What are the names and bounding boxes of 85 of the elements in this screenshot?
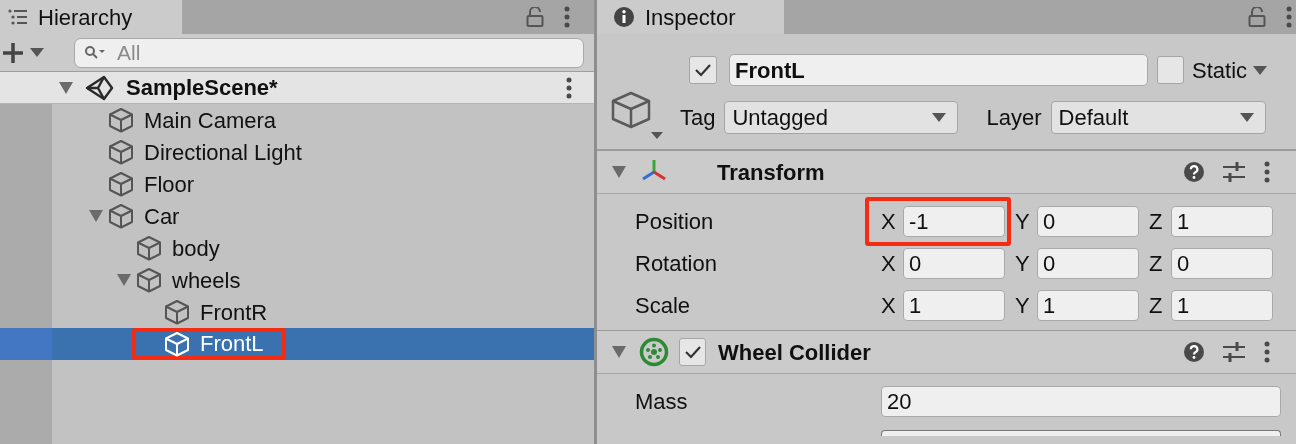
more-options-icon[interactable]: [1264, 341, 1270, 363]
more-options-icon[interactable]: [564, 6, 570, 28]
checkmark-icon: [694, 63, 712, 77]
item-label: Floor: [144, 170, 195, 199]
cube-icon: [108, 107, 134, 133]
item-label: FrontR: [200, 298, 268, 327]
number-field[interactable]: 1: [903, 289, 1005, 321]
lock-icon[interactable]: [526, 7, 544, 27]
caret-icon: [30, 48, 44, 57]
axis-label: Y: [1015, 249, 1031, 278]
settings-sliders-icon[interactable]: [1222, 161, 1246, 183]
checkbox[interactable]: [689, 56, 717, 84]
cube-icon: [108, 171, 134, 197]
tree-item[interactable]: FrontL: [0, 328, 594, 360]
expanded-arrow-icon[interactable]: [88, 209, 104, 223]
cube-icon: [136, 267, 162, 293]
item-label: Directional Light: [144, 138, 302, 167]
lock-icon[interactable]: [1248, 7, 1266, 27]
more-options-icon[interactable]: [1264, 161, 1270, 183]
help-icon[interactable]: [1183, 161, 1205, 183]
number-field[interactable]: 1: [1171, 205, 1273, 237]
info-icon: [613, 6, 635, 28]
checkbox[interactable]: [679, 338, 706, 366]
caret-icon: [1253, 65, 1268, 75]
number-field[interactable]: 1: [1037, 289, 1139, 321]
component-title: Transform: [717, 158, 825, 187]
tag-label: Tag: [680, 103, 716, 132]
settings-sliders-icon[interactable]: [1222, 341, 1246, 363]
number-field[interactable]: 0: [1171, 247, 1273, 279]
cube-icon: [108, 139, 134, 165]
number-field[interactable]: 0: [1037, 247, 1139, 279]
expanded-arrow-icon[interactable]: [609, 165, 629, 179]
item-label: Main Camera: [144, 106, 277, 135]
axis-label: X: [881, 291, 897, 320]
cube-icon: [164, 331, 190, 357]
number-field[interactable]: 0: [903, 247, 1005, 279]
number-field[interactable]: 20: [881, 385, 1281, 417]
layer-label: Layer: [986, 103, 1042, 132]
more-options-icon[interactable]: [566, 76, 572, 99]
static-dropdown[interactable]: Static: [1192, 53, 1268, 87]
more-options-icon[interactable]: [1286, 6, 1292, 28]
axis-label: X: [881, 249, 897, 278]
cube-icon: [136, 235, 162, 261]
help-icon[interactable]: [1183, 341, 1205, 363]
axis-label: X: [881, 207, 897, 236]
field-label: Mass: [635, 387, 689, 416]
cube-icon[interactable]: [611, 89, 663, 141]
checkmark-icon: [683, 345, 702, 359]
expanded-arrow-icon[interactable]: [116, 273, 132, 287]
field-label: Rotation: [635, 249, 718, 278]
component-title: Wheel Collider: [718, 338, 871, 367]
tag-dropdown[interactable]: Untagged: [724, 100, 959, 134]
number-field[interactable]: [881, 430, 1281, 436]
number-field[interactable]: 1: [1171, 289, 1273, 321]
expanded-arrow-icon[interactable]: [56, 80, 76, 95]
axis-label: Z: [1149, 291, 1164, 320]
list-icon: [8, 9, 28, 25]
hierarchy-tab[interactable]: Hierarchy: [0, 0, 182, 34]
expanded-arrow-icon[interactable]: [609, 345, 629, 359]
cube-icon: [108, 203, 134, 229]
scene-icon: [84, 74, 114, 101]
wheel-icon: [639, 337, 669, 367]
axis-label: Y: [1015, 291, 1031, 320]
caret-icon: [932, 112, 947, 122]
name-field[interactable]: FrontL: [729, 54, 1148, 86]
number-field[interactable]: 0: [1037, 205, 1139, 237]
layer-dropdown[interactable]: Default: [1050, 100, 1266, 134]
cube-icon: [164, 299, 190, 325]
search-icon: [84, 44, 106, 61]
item-label: Car: [144, 202, 180, 231]
axis-label: Z: [1149, 207, 1164, 236]
item-label: body: [172, 234, 220, 263]
item-label: wheels: [172, 266, 241, 295]
field-label: Scale: [635, 291, 692, 320]
search-field[interactable]: All: [74, 37, 584, 68]
checkbox[interactable]: [1157, 56, 1184, 84]
axis-label: Z: [1149, 249, 1164, 278]
item-label: FrontL: [200, 333, 264, 355]
axis-label: Y: [1015, 207, 1031, 236]
inspector-tab[interactable]: Inspector: [597, 0, 784, 34]
plus-icon: [2, 41, 24, 64]
caret-icon: [1239, 112, 1254, 122]
field-label: Position: [635, 207, 715, 236]
number-field[interactable]: -1: [903, 205, 1005, 237]
gutter-strip: [0, 296, 52, 328]
